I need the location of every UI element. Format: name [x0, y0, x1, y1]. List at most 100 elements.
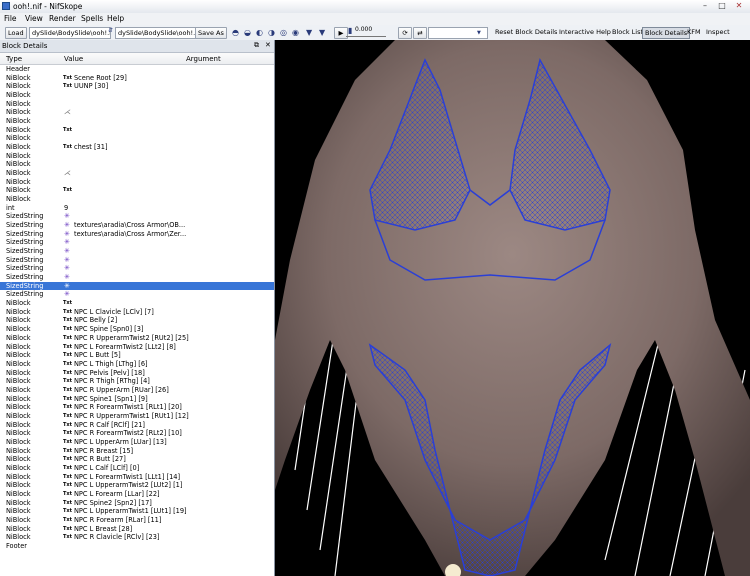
tree-row[interactable]: NiBlock Txt NPC Belly [2] — [0, 316, 274, 325]
tree-row[interactable]: NiBlock Txt NPC L ForearmTwist2 [LLt2] [8] — [0, 343, 274, 352]
tree-row[interactable]: NiBlock Txt — [0, 299, 274, 308]
tree-row[interactable]: NiBlock ⋌ — [0, 108, 274, 117]
tree-row[interactable]: NiBlock Txt NPC L Thigh [LThg] [6] — [0, 360, 274, 369]
dock-float-icon[interactable]: ⧉ — [254, 41, 259, 50]
tree-row[interactable]: NiBlock Txt NPC L Butt [5] — [0, 351, 274, 360]
tree-row[interactable]: NiBlock Txt NPC R Breast [15] — [0, 447, 274, 456]
tree-row[interactable]: NiBlock — [0, 160, 274, 169]
tree-row[interactable]: NiBlock Txt NPC Spine [Spn0] [3] — [0, 325, 274, 334]
view-walk-icon[interactable]: ▼ — [319, 28, 325, 37]
tree-row[interactable]: NiBlock Txt NPC R Butt [27] — [0, 455, 274, 464]
chevron-down-icon[interactable]: ▼ — [477, 29, 481, 38]
reset-block-details-button[interactable]: Reset Block Details — [495, 28, 557, 36]
column-argument[interactable]: Argument — [186, 55, 221, 63]
close-icon[interactable]: ✕ — [731, 1, 747, 11]
tree-row[interactable]: Header — [0, 65, 274, 74]
switch-icon[interactable]: ⇄ — [413, 27, 427, 39]
tree-row[interactable]: SizedString ✳ — [0, 238, 274, 247]
load-button[interactable]: Load — [5, 27, 27, 39]
load-path-field[interactable]: dySlide\BodySlide\ooh!.nif — [29, 27, 111, 39]
tree-row[interactable]: NiBlock Txt NPC L UpperArm [LUar] [13] — [0, 438, 274, 447]
column-type[interactable]: Type — [6, 55, 22, 63]
tree-row[interactable]: NiBlock Txt NPC R Clavicle [RClv] [23] — [0, 533, 274, 542]
view-bottom-icon[interactable]: ◑ — [268, 28, 275, 37]
save-as-button[interactable]: Save As — [195, 27, 227, 39]
block-details-button[interactable]: Block Details — [642, 27, 691, 39]
minimize-icon[interactable]: – — [697, 1, 713, 11]
tree-row[interactable]: NiBlock Txt NPC L Calf [LClf] [0] — [0, 464, 274, 473]
time-slider[interactable] — [346, 36, 386, 37]
tree-row[interactable]: NiBlock Txt NPC Spine1 [Spn1] [9] — [0, 395, 274, 404]
play-button[interactable]: ▶ — [334, 27, 348, 39]
menu-file[interactable]: File — [4, 14, 17, 23]
tree-row[interactable]: NiBlock Txt UUNP [30] — [0, 82, 274, 91]
view-flip-icon[interactable]: ▼ — [306, 28, 312, 37]
row-type: NiBlock — [6, 307, 31, 316]
time-slider-handle-icon[interactable]: ▮ — [348, 26, 352, 35]
tree-row[interactable]: SizedString ✳ — [0, 256, 274, 265]
text-icon: Txt — [63, 430, 73, 437]
row-value: NPC L UpperarmTwist1 [LUt1] [19] — [74, 507, 187, 516]
tree-row[interactable]: SizedString ✳ — [0, 264, 274, 273]
tree-row[interactable]: NiBlock Txt NPC Spine2 [Spn2] [17] — [0, 499, 274, 508]
tree-row[interactable]: NiBlock — [0, 100, 274, 109]
tree-row[interactable]: NiBlock Txt NPC R ForearmTwist2 [RLt2] [10… — [0, 429, 274, 438]
swap-arrows-icon[interactable]: ⇵ — [108, 26, 113, 35]
tree-row[interactable]: NiBlock Txt NPC R Thigh [RThg] [4] — [0, 377, 274, 386]
tree-row[interactable]: int 9 — [0, 204, 274, 213]
tree-row[interactable]: SizedString ✳ — [0, 273, 274, 282]
block-list-button[interactable]: Block List — [612, 28, 643, 36]
view-top-icon[interactable]: ◐ — [256, 28, 263, 37]
loop-icon[interactable]: ⟳ — [398, 27, 412, 39]
maximize-icon[interactable]: □ — [714, 1, 730, 11]
tree-row[interactable]: NiBlock Txt NPC R Forearm [RLar] [11] — [0, 516, 274, 525]
axes-icon: ⋌ — [64, 169, 71, 178]
tree-row[interactable]: SizedString ✳ textures\aradia\Cross Armor\… — [0, 230, 274, 239]
tree-row[interactable]: NiBlock Txt — [0, 186, 274, 195]
save-path-field[interactable]: dySlide\BodySlide\ooh!.nif — [115, 27, 197, 39]
tree-row[interactable]: Footer — [0, 542, 274, 551]
tree-row[interactable]: NiBlock Txt chest [31] — [0, 143, 274, 152]
tree-row[interactable]: NiBlock — [0, 134, 274, 143]
menu-render[interactable]: Render — [49, 14, 76, 23]
render-viewport[interactable] — [275, 40, 750, 576]
interactive-help-button[interactable]: Interactive Help — [559, 28, 611, 36]
tree-row[interactable]: NiBlock Txt NPC R UpperarmTwist2 [RUt2] [2… — [0, 334, 274, 343]
tree-row[interactable]: NiBlock Txt Scene Root [29] — [0, 74, 274, 83]
tree-row[interactable]: NiBlock — [0, 152, 274, 161]
tree-row[interactable]: NiBlock — [0, 178, 274, 187]
tree-row[interactable]: SizedString ✳ — [0, 290, 274, 299]
view-side-icon[interactable]: ◒ — [244, 28, 251, 37]
column-value[interactable]: Value — [64, 55, 83, 63]
tree-row[interactable]: SizedString ✳ — [0, 281, 274, 291]
string-icon: ✳ — [64, 264, 70, 273]
tree-row[interactable]: NiBlock Txt NPC R Calf [RClf] [21] — [0, 421, 274, 430]
dock-close-icon[interactable]: ✕ — [265, 41, 271, 49]
tree-row[interactable]: NiBlock Txt — [0, 126, 274, 135]
tree-row[interactable]: NiBlock Txt NPC L UpperarmTwist1 [LUt1] [1… — [0, 507, 274, 516]
menu-view[interactable]: View — [25, 14, 43, 23]
kfm-button[interactable]: KFM — [687, 28, 701, 36]
menu-help[interactable]: Help — [107, 14, 124, 23]
tree-row[interactable]: NiBlock Txt NPC L ForearmTwist1 [LLt1] [14… — [0, 473, 274, 482]
tree-row[interactable]: NiBlock — [0, 195, 274, 204]
tree-row[interactable]: NiBlock Txt NPC L Breast [28] — [0, 525, 274, 534]
inspect-button[interactable]: Inspect — [706, 28, 730, 36]
tree-row[interactable]: NiBlock — [0, 91, 274, 100]
tree-row[interactable]: NiBlock Txt NPC L UpperarmTwist2 [LUt2] [1… — [0, 481, 274, 490]
tree-row[interactable]: SizedString ✳ textures\aradia\Cross Armor\… — [0, 221, 274, 230]
view-user-icon[interactable]: ◎ — [280, 28, 287, 37]
tree-row[interactable]: NiBlock ⋌ — [0, 169, 274, 178]
tree-row[interactable]: NiBlock Txt NPC R UpperarmTwist1 [RUt1] [1… — [0, 412, 274, 421]
tree-row[interactable]: NiBlock Txt NPC L Forearm [LLar] [22] — [0, 490, 274, 499]
tree-row[interactable]: NiBlock Txt NPC R UpperArm [RUar] [26] — [0, 386, 274, 395]
perspective-icon[interactable]: ◉ — [292, 28, 299, 37]
tree-row[interactable]: SizedString ✳ — [0, 247, 274, 256]
tree-row[interactable]: NiBlock Txt NPC Pelvis [Pelv] [18] — [0, 369, 274, 378]
tree-row[interactable]: NiBlock Txt NPC L Clavicle [LClv] [7] — [0, 308, 274, 317]
view-front-icon[interactable]: ◓ — [232, 28, 239, 37]
tree-row[interactable]: NiBlock — [0, 117, 274, 126]
tree-row[interactable]: NiBlock Txt NPC R ForearmTwist1 [RLt1] [20… — [0, 403, 274, 412]
tree-row[interactable]: SizedString ✳ — [0, 212, 274, 221]
menu-spells[interactable]: Spells — [81, 14, 103, 23]
